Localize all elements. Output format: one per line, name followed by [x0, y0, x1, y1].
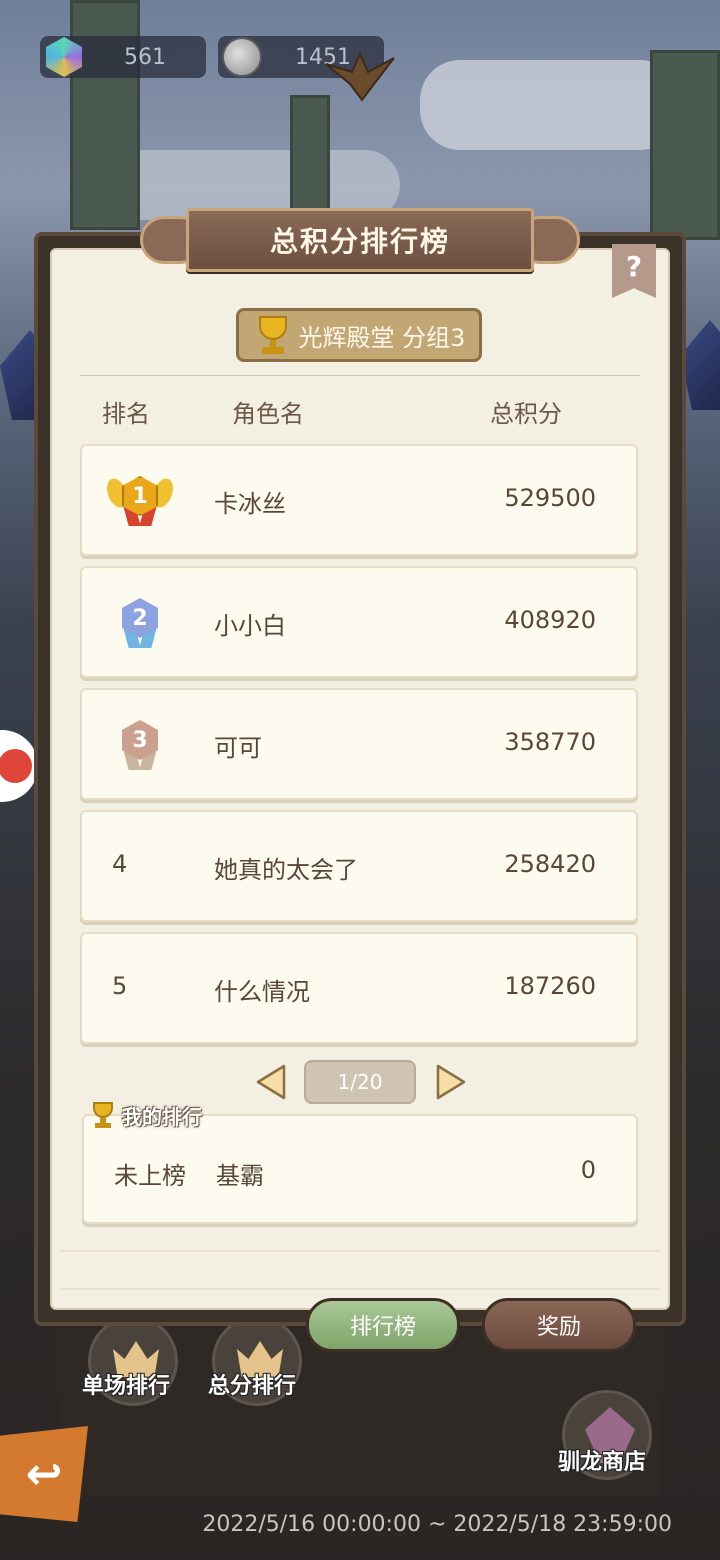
player-score: 358770 — [504, 728, 596, 756]
group-label: 光辉殿堂 分组3 — [298, 323, 466, 352]
my-player-score: 0 — [580, 1156, 596, 1184]
dragon-shop-label: 驯龙商店 — [558, 1450, 647, 1475]
player-score: 187260 — [504, 972, 596, 1000]
gem-icon — [46, 37, 82, 77]
my-rank-label: 我的排行 — [122, 1104, 202, 1129]
dragon-coin-icon — [222, 37, 262, 77]
tab-rewards[interactable]: 奖励 — [482, 1298, 636, 1352]
panel-decorative-border — [60, 1250, 660, 1290]
panel-title: 总积分排行榜 — [269, 225, 450, 258]
cloud — [420, 60, 680, 150]
arrow-right-icon — [436, 1064, 466, 1100]
player-score: 258420 — [504, 850, 596, 878]
rank-number: 5 — [112, 972, 128, 1000]
my-player-name: 基霸 — [216, 1162, 264, 1190]
leaderboard-row[interactable]: 4 她真的太会了 258420 — [80, 810, 638, 922]
castle-tower — [650, 50, 720, 240]
player-score: 529500 — [504, 484, 596, 512]
rank-number: 4 — [112, 850, 128, 878]
trophy-icon — [88, 1100, 118, 1130]
flying-dragon-icon — [325, 51, 395, 102]
column-header-score: 总积分 — [490, 400, 562, 428]
gem-counter[interactable]: 561 — [40, 36, 206, 78]
castle-tower — [290, 95, 330, 225]
column-header-name: 角色名 — [232, 400, 304, 428]
pagination: 1/20 — [0, 1060, 720, 1104]
player-name: 可可 — [214, 734, 262, 762]
my-rank-status: 未上榜 — [114, 1162, 186, 1190]
prev-page-button[interactable] — [254, 1064, 288, 1100]
trophy-icon — [253, 314, 293, 356]
header-divider — [80, 375, 640, 376]
leaderboard-row[interactable]: 2 小小白 408920 — [80, 566, 638, 678]
arrow-left-icon — [256, 1064, 286, 1100]
tab-leaderboard[interactable]: 排行榜 — [306, 1298, 460, 1352]
my-rank-row: 未上榜 基霸 0 — [82, 1114, 638, 1224]
total-rank-label: 总分排行 — [208, 1374, 297, 1399]
page-indicator: 1/20 — [304, 1060, 416, 1104]
mascot-icon — [0, 749, 32, 783]
leaderboard-row[interactable]: 5 什么情况 187260 — [80, 932, 638, 1044]
event-date-range: 2022/5/16 00:00:00 ~ 2022/5/18 23:59:00 — [202, 1512, 672, 1537]
player-name: 小小白 — [214, 612, 286, 640]
castle-tower — [70, 0, 140, 230]
tab-leaderboard-label: 排行榜 — [349, 1315, 416, 1340]
player-name: 卡冰丝 — [214, 490, 286, 518]
tab-rewards-label: 奖励 — [536, 1315, 581, 1340]
title-plate: 总积分排行榜 — [186, 208, 534, 272]
player-score: 408920 — [504, 606, 596, 634]
bronze-medal-icon: 3 — [110, 716, 170, 776]
leaderboard-row[interactable]: 1 卡冰丝 529500 — [80, 444, 638, 556]
return-arrow-icon: ↩ — [25, 1448, 63, 1500]
next-page-button[interactable] — [434, 1064, 468, 1100]
player-name: 她真的太会了 — [214, 856, 358, 884]
silver-medal-icon: 2 — [110, 594, 170, 654]
back-button[interactable]: ↩ — [0, 1426, 88, 1522]
column-header-rank: 排名 — [102, 400, 150, 428]
player-name: 什么情况 — [214, 978, 310, 1006]
leaderboard-row[interactable]: 3 可可 358770 — [80, 688, 638, 800]
my-rank-header: 我的排行 — [88, 1100, 202, 1130]
gold-medal-icon: 1 — [103, 472, 177, 532]
gem-amount: 561 — [124, 44, 166, 70]
single-rank-label: 单场排行 — [82, 1374, 171, 1399]
crystal-rock — [680, 320, 720, 410]
group-badge: 光辉殿堂 分组3 — [236, 308, 482, 362]
